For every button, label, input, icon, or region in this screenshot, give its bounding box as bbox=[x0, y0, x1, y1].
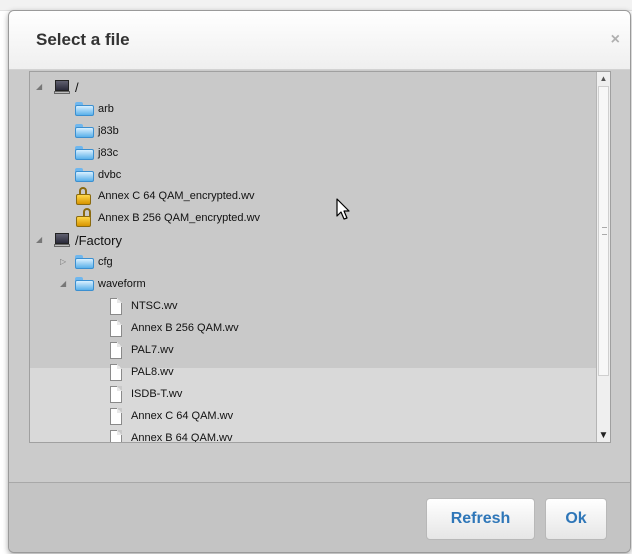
tree-node-root[interactable]: ◢ / bbox=[30, 77, 79, 97]
close-icon[interactable]: × bbox=[611, 31, 620, 49]
vertical-scrollbar[interactable]: ▲ ▼ bbox=[596, 72, 610, 442]
dialog-body: ◢ / arb j83b j83c dvbc Annex C 64 QAM_en… bbox=[9, 70, 630, 482]
scroll-down-icon[interactable]: ▼ bbox=[597, 429, 610, 442]
tree-node-label: j83b bbox=[98, 125, 119, 137]
tree-node-label: Annex C 64 QAM.wv bbox=[131, 410, 234, 422]
tree-node-folder-arb[interactable]: arb bbox=[30, 99, 114, 119]
tree-node-label: Annex B 64 QAM.wv bbox=[131, 432, 233, 443]
tree-node-file[interactable]: PAL8.wv bbox=[30, 362, 174, 382]
lock-icon bbox=[75, 187, 93, 205]
dialog-header: Select a file × bbox=[9, 11, 630, 70]
folder-icon bbox=[75, 146, 94, 160]
folder-icon bbox=[75, 255, 94, 269]
tree-node-file[interactable]: ISDB-T.wv bbox=[30, 384, 182, 404]
tree-node-label: cfg bbox=[98, 256, 113, 268]
tree-node-factory[interactable]: ◢ /Factory bbox=[30, 230, 122, 250]
tree-node-label: ISDB-T.wv bbox=[131, 388, 183, 400]
tree-node-file[interactable]: Annex B 64 QAM.wv bbox=[30, 428, 233, 442]
drive-icon bbox=[54, 233, 70, 247]
tree-node-folder-dvbc[interactable]: dvbc bbox=[30, 165, 121, 185]
collapse-toggle-icon[interactable]: ◢ bbox=[36, 235, 46, 245]
tree-node-file-encrypted[interactable]: Annex C 64 QAM_encrypted.wv bbox=[30, 186, 255, 206]
file-tree: ◢ / arb j83b j83c dvbc Annex C 64 QAM_en… bbox=[29, 71, 611, 443]
file-icon bbox=[110, 319, 122, 337]
folder-icon bbox=[75, 168, 94, 182]
folder-icon bbox=[75, 124, 94, 138]
tree-node-label: Annex B 256 QAM_encrypted.wv bbox=[98, 212, 261, 224]
tree-node-file-encrypted[interactable]: Annex B 256 QAM_encrypted.wv bbox=[30, 208, 260, 228]
file-icon bbox=[110, 341, 122, 359]
tree-node-file[interactable]: Annex B 256 QAM.wv bbox=[30, 318, 239, 338]
dialog-footer: Refresh Ok bbox=[9, 482, 630, 552]
expand-toggle-icon[interactable]: ▷ bbox=[60, 257, 70, 267]
file-icon bbox=[110, 429, 122, 442]
ok-button[interactable]: Ok bbox=[545, 498, 607, 540]
refresh-button[interactable]: Refresh bbox=[426, 498, 535, 540]
collapse-toggle-icon[interactable]: ◢ bbox=[60, 279, 70, 289]
file-icon bbox=[110, 385, 122, 403]
tree-node-label: waveform bbox=[98, 278, 146, 290]
folder-icon bbox=[75, 277, 94, 291]
tree-node-file[interactable]: PAL7.wv bbox=[30, 340, 174, 360]
tree-node-label: /Factory bbox=[75, 232, 122, 248]
scroll-up-icon[interactable]: ▲ bbox=[597, 72, 610, 85]
tree-node-file[interactable]: NTSC.wv bbox=[30, 296, 177, 316]
tree-node-folder-cfg[interactable]: ▷ cfg bbox=[30, 252, 113, 272]
tree-node-label: j83c bbox=[98, 147, 119, 159]
tree-node-label: / bbox=[75, 79, 79, 95]
file-icon bbox=[110, 363, 122, 381]
folder-icon bbox=[75, 102, 94, 116]
tree-node-folder-j83c[interactable]: j83c bbox=[30, 143, 118, 163]
tree-node-file[interactable]: Annex C 64 QAM.wv bbox=[30, 406, 233, 426]
tree-node-label: PAL7.wv bbox=[131, 344, 174, 356]
grip-icon bbox=[602, 227, 607, 235]
scrollbar-thumb[interactable] bbox=[598, 86, 609, 376]
unlock-icon bbox=[75, 208, 93, 227]
drive-icon bbox=[54, 80, 70, 94]
tree-node-label: arb bbox=[98, 103, 114, 115]
tree-node-folder-waveform[interactable]: ◢ waveform bbox=[30, 274, 146, 294]
tree-node-folder-j83b[interactable]: j83b bbox=[30, 121, 119, 141]
tree-node-label: NTSC.wv bbox=[131, 300, 178, 312]
file-icon bbox=[110, 297, 122, 315]
tree-node-label: Annex B 256 QAM.wv bbox=[131, 322, 239, 334]
tree-node-label: dvbc bbox=[98, 169, 122, 181]
mouse-pointer-icon bbox=[336, 198, 350, 220]
collapse-toggle-icon[interactable]: ◢ bbox=[36, 82, 46, 92]
tree-node-label: PAL8.wv bbox=[131, 366, 174, 378]
tree-node-label: Annex C 64 QAM_encrypted.wv bbox=[98, 190, 255, 202]
file-icon bbox=[110, 407, 122, 425]
dialog-title: Select a file bbox=[36, 30, 130, 49]
select-file-dialog: Select a file × ◢ / arb j83b j83c dvbc A… bbox=[8, 10, 631, 553]
